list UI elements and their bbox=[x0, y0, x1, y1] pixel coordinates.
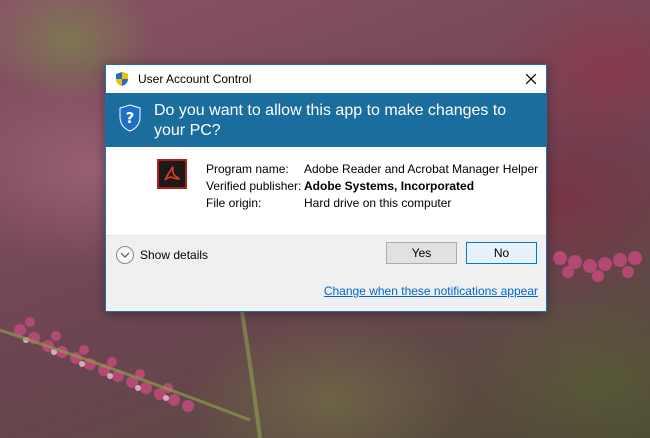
info-label: File origin: bbox=[206, 196, 262, 210]
window-title: User Account Control bbox=[138, 72, 252, 86]
question-banner: ? Do you want to allow this app to make … bbox=[106, 93, 546, 147]
svg-text:?: ? bbox=[126, 109, 135, 127]
close-icon bbox=[526, 74, 536, 84]
uac-shield-icon bbox=[116, 72, 128, 86]
publisher-value: Adobe Systems, Incorporated bbox=[304, 179, 475, 193]
uac-dialog: User Account Control ? Do you want to al… bbox=[105, 64, 547, 312]
info-label: Verified publisher: bbox=[206, 179, 302, 193]
yes-button[interactable]: Yes bbox=[386, 242, 457, 264]
file-origin-value: Hard drive on this computer bbox=[304, 196, 452, 210]
change-notifications-link[interactable]: Change when these notifications appear bbox=[324, 284, 538, 298]
info-label: Program name: bbox=[206, 162, 289, 176]
question-shield-icon: ? bbox=[119, 104, 141, 132]
close-button[interactable] bbox=[516, 65, 546, 93]
question-text: Do you want to allow this app to make ch… bbox=[154, 102, 507, 139]
show-details-toggle[interactable]: Show details bbox=[116, 246, 208, 264]
show-details-label: Show details bbox=[140, 248, 209, 262]
file-origin-row: File origin: Hard drive on this computer bbox=[206, 195, 538, 212]
action-bar: Show details Yes No bbox=[106, 235, 546, 273]
program-details: Program name: Adobe Reader and Acrobat M… bbox=[106, 147, 546, 235]
no-button[interactable]: No bbox=[466, 242, 537, 264]
adobe-acrobat-icon bbox=[157, 159, 187, 189]
program-name-value: Adobe Reader and Acrobat Manager Helper bbox=[304, 162, 539, 176]
title-bar: User Account Control bbox=[106, 65, 546, 93]
program-info-table: Program name: Adobe Reader and Acrobat M… bbox=[206, 161, 538, 212]
chevron-down-icon bbox=[116, 246, 134, 264]
publisher-row: Verified publisher: Adobe Systems, Incor… bbox=[206, 178, 538, 195]
footer: Change when these notifications appear bbox=[106, 273, 546, 311]
program-name-row: Program name: Adobe Reader and Acrobat M… bbox=[206, 161, 538, 178]
